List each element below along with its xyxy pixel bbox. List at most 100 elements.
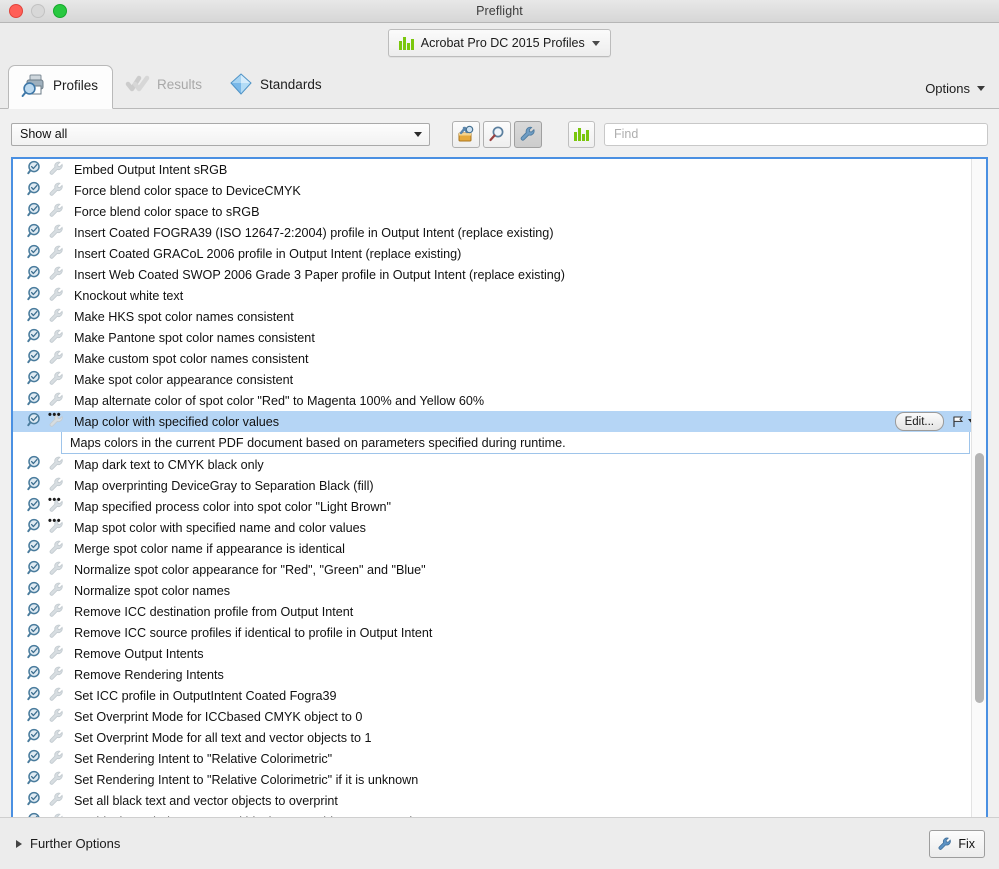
wrench-icon [49,729,63,743]
fixup-row[interactable]: Embed Output Intent sRGB [13,159,986,180]
magnifier-check-icon [27,307,44,327]
fixup-row[interactable]: Set all black text and vector objects to… [13,790,986,811]
find-scope-button[interactable] [568,120,595,148]
magnifier-check-icon [27,202,40,216]
tab-results-label: Results [157,76,203,92]
fixups-button[interactable] [514,120,542,148]
fixup-row-icons [27,686,74,706]
fixup-row[interactable]: Make spot color appearance consistent [13,369,986,390]
fixup-row[interactable]: Set Overprint Mode for ICCbased CMYK obj… [13,706,986,727]
fixup-row[interactable]: Remove ICC source profiles if identical … [13,622,986,643]
wrench-icon [48,455,65,475]
magnifier-check-icon [27,770,44,790]
fixup-row-icons [27,539,74,559]
fixup-row-icons [27,707,74,727]
wrench-icon [48,476,65,496]
magnifier-check-icon [27,770,40,784]
fixup-row[interactable]: Knockout white text [13,285,986,306]
magnifier-check-icon [27,791,40,805]
fixup-row-label: Insert Coated FOGRA39 (ISO 12647-2:2004)… [74,225,554,240]
wrench-icon [48,286,65,306]
new-profile-button[interactable] [452,120,480,148]
scrollbar-thumb[interactable] [975,453,984,703]
magnifier-check-icon [27,244,44,264]
fixup-row-label: Map specified process color into spot co… [74,499,391,514]
fixup-row[interactable]: Make HKS spot color names consistent [13,306,986,327]
search-button[interactable] [483,120,511,148]
fixup-row[interactable]: Normalize spot color appearance for "Red… [13,559,986,580]
fixup-row[interactable]: Force blend color space to sRGB [13,201,986,222]
list-scrollbar[interactable] [971,159,986,832]
fixup-row[interactable]: Force blend color space to DeviceCMYK [13,180,986,201]
wrench-icon [49,245,63,259]
wrench-icon [49,624,63,638]
wrench-icon [48,791,65,811]
magnifier-check-icon [27,581,40,595]
fixup-row[interactable]: ••• Map specified process color into spot… [13,494,986,517]
fixup-row[interactable]: Remove ICC destination profile from Outp… [13,601,986,622]
preflight-window: Preflight Acrobat Pro DC 2015 Profiles P… [0,0,999,869]
fixup-row[interactable]: Make Pantone spot color names consistent [13,327,986,348]
fixup-row-icons [27,455,74,475]
wrench-icon [49,582,63,596]
wrench-icon [49,792,63,806]
chevron-down-icon [591,40,600,46]
fixup-row-label: Make HKS spot color names consistent [74,309,294,324]
fixup-row[interactable]: Make custom spot color names consistent [13,348,986,369]
wrench-icon [49,350,63,364]
fixup-row-icons [27,244,74,264]
fixup-row-icons: ••• [27,409,74,432]
fixup-row[interactable]: Insert Coated FOGRA39 (ISO 12647-2:2004)… [13,222,986,243]
profile-set-dropdown[interactable]: Acrobat Pro DC 2015 Profiles [388,29,611,57]
magnifier-check-icon [27,581,44,601]
fixup-row[interactable]: ••• Map spot color with specified name an… [13,515,986,538]
fix-button-label: Fix [958,836,975,851]
wrench-icon [48,602,65,622]
fixup-row[interactable]: Normalize spot color names [13,580,986,601]
wrench-icon [49,645,63,659]
fixup-row-label: Set Rendering Intent to "Relative Colori… [74,751,333,766]
profile-chooser-row: Acrobat Pro DC 2015 Profiles [0,23,999,63]
magnifier-check-icon [27,181,44,201]
fixup-row[interactable]: Map overprinting DeviceGray to Separatio… [13,475,986,496]
fixup-row[interactable]: Remove Rendering Intents [13,664,986,685]
show-filter-dropdown[interactable]: Show all [11,122,430,146]
fix-button[interactable]: Fix [929,829,985,858]
fixup-row[interactable]: Insert Coated GRACoL 2006 profile in Out… [13,243,986,264]
further-options-toggle[interactable]: Further Options [16,836,120,851]
find-group: Find [568,120,988,148]
wrench-icon [49,329,63,343]
wrench-icon [49,666,63,680]
wrench-icon [49,708,63,722]
fixup-row[interactable]: Set Rendering Intent to "Relative Colori… [13,748,986,769]
magnifier-check-icon [27,160,40,174]
wrench-icon [48,560,65,580]
wrench-icon [48,686,65,706]
fixup-row-icons [27,623,74,643]
wrench-icon [520,126,535,141]
list-toolbar: Show all Find [11,119,988,149]
toolbar-button-group [452,120,542,148]
options-menu-button[interactable]: Options [925,81,985,96]
fixup-row[interactable]: Insert Web Coated SWOP 2006 Grade 3 Pape… [13,264,986,285]
magnifier-check-icon [27,455,40,469]
fixup-row[interactable]: Merge spot color name if appearance is i… [13,538,986,559]
magnifier-check-icon [27,602,44,622]
tab-results[interactable]: Results [113,64,216,108]
find-input[interactable]: Find [604,122,988,146]
edit-button[interactable]: Edit... [894,412,944,431]
tab-standards-label: Standards [260,76,322,92]
fixup-row[interactable]: Remove Output Intents [13,643,986,664]
further-options-label: Further Options [30,836,121,851]
fixup-row[interactable]: Set ICC profile in OutputIntent Coated F… [13,685,986,706]
fixup-row[interactable]: Set Rendering Intent to "Relative Colori… [13,769,986,790]
fixup-row[interactable]: Map alternate color of spot color "Red" … [13,390,986,411]
fixup-row[interactable]: Map dark text to CMYK black only [13,454,986,475]
tab-standards[interactable]: Standards [216,64,336,108]
wrench-icon [938,837,952,850]
fixup-row[interactable]: Set Overprint Mode for all text and vect… [13,727,986,748]
tab-profiles[interactable]: Profiles [8,65,114,109]
fixup-row-icons [27,349,74,369]
magnifier-check-icon [27,412,44,432]
fixup-row-selected[interactable]: ••• Map color with specified color values… [13,409,986,432]
